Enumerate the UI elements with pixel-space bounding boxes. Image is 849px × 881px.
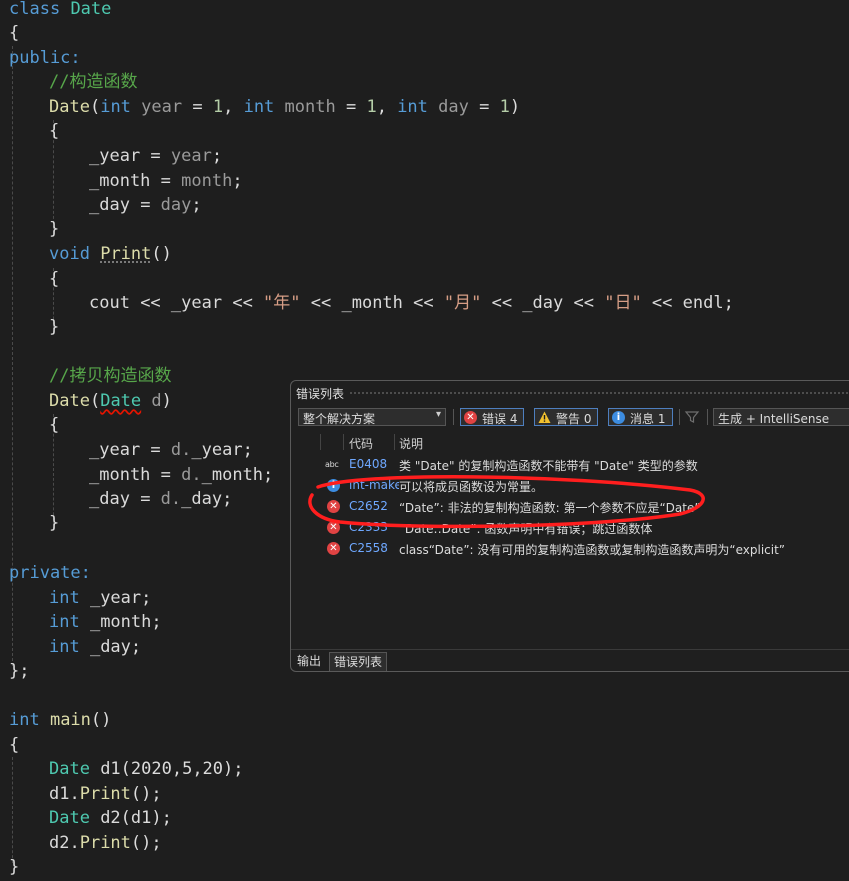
error-list-row[interactable]: ✕ C2652 “Date”: 非法的复制构造函数: 第一个参数不应是“Date… xyxy=(291,496,849,517)
code-line: { xyxy=(49,269,60,289)
code-line: d2.Print(); xyxy=(49,833,162,853)
code-line: private: xyxy=(9,563,91,583)
error-code-link[interactable]: C2652 xyxy=(349,499,399,513)
scope-dropdown-label: 整个解决方案 xyxy=(303,412,376,426)
errors-filter-label: 错误 4 xyxy=(482,412,518,426)
code-line: _day = day; xyxy=(89,195,202,215)
error-list-row[interactable]: ✕ C2333 “Date::Date”: 函数声明中有错误；跳过函数体 xyxy=(291,517,849,538)
error-list-row[interactable]: i lnt-make 可以将成员函数设为常量。 xyxy=(291,475,849,496)
code-line: int main() xyxy=(9,710,112,730)
info-icon: i xyxy=(612,411,625,424)
error-list-row[interactable]: ✕ C2558 class“Date”: 没有可用的复制构造函数或复制构造函数声… xyxy=(291,538,849,559)
code-line: _month = month; xyxy=(89,171,243,191)
code-line: int _year; xyxy=(49,588,152,608)
error-code-link[interactable]: C2558 xyxy=(349,541,399,555)
toolbar-separator xyxy=(679,409,680,425)
tab-output[interactable]: 输出 xyxy=(293,652,325,670)
errors-filter-button[interactable]: ✕ 错误 4 xyxy=(460,408,524,426)
error-description: class“Date”: 没有可用的复制构造函数或复制构造函数声明为“expli… xyxy=(399,543,786,557)
warning-icon xyxy=(538,411,551,424)
code-line: cout << _year << "年" << _month << "月" <<… xyxy=(89,293,734,313)
column-divider[interactable] xyxy=(343,434,344,450)
error-list-row[interactable]: abc E0408 类 "Date" 的复制构造函数不能带有 "Date" 类型… xyxy=(291,454,849,475)
code-line: Date(Date d) xyxy=(49,391,172,411)
code-line: int _day; xyxy=(49,637,142,657)
code-line: Date(int year = 1, int month = 1, int da… xyxy=(49,97,521,117)
code-comment: //拷贝构造函数 xyxy=(49,366,172,386)
code-line: { xyxy=(9,23,20,43)
messages-filter-button[interactable]: i 消息 1 xyxy=(608,408,673,426)
code-line: { xyxy=(49,415,60,435)
code-line: int _month; xyxy=(49,612,162,632)
error-icon: ✕ xyxy=(464,411,477,424)
code-line: { xyxy=(9,735,20,755)
filter-funnel-icon[interactable] xyxy=(684,409,700,425)
code-line: _month = d._month; xyxy=(89,465,274,485)
code-line: } xyxy=(49,317,60,337)
column-divider[interactable] xyxy=(320,434,321,450)
code-line: } xyxy=(49,513,60,533)
code-line: { xyxy=(49,121,60,141)
error-code-link[interactable]: E0408 xyxy=(349,457,399,471)
intellisense-abc-icon: abc xyxy=(325,460,339,469)
error-description: 可以将成员函数设为常量。 xyxy=(399,480,544,494)
error-description: 类 "Date" 的复制构造函数不能带有 "Date" 类型的参数 xyxy=(399,459,698,473)
error-list-tabs: 输出 错误列表 xyxy=(291,649,849,671)
column-header-description[interactable]: 说明 xyxy=(399,435,423,452)
info-icon: i xyxy=(327,479,340,492)
code-line: _day = d._day; xyxy=(89,489,233,509)
build-mode-label: 生成 + IntelliSense xyxy=(718,412,830,426)
tab-error-list[interactable]: 错误列表 xyxy=(329,652,388,671)
code-line: _year = d._year; xyxy=(89,440,253,460)
indent-guide xyxy=(12,757,13,863)
scope-dropdown[interactable]: 整个解决方案 ▾ xyxy=(298,408,446,426)
code-line: class Date xyxy=(9,0,112,19)
error-description: “Date::Date”: 函数声明中有错误；跳过函数体 xyxy=(399,522,653,536)
code-line: Date d2(d1); xyxy=(49,808,172,828)
messages-filter-label: 消息 1 xyxy=(630,412,666,426)
code-line: _year = year; xyxy=(89,146,223,166)
error-list-titlebar[interactable]: 错误列表 xyxy=(291,381,849,403)
code-line: void Print() xyxy=(49,244,172,264)
chevron-down-icon: ▾ xyxy=(435,409,441,420)
error-icon: ✕ xyxy=(327,521,340,534)
error-list-header: 代码 说明 xyxy=(291,432,849,452)
error-list-title: 错误列表 xyxy=(296,387,345,401)
error-code-link[interactable]: lnt-make xyxy=(349,478,399,492)
code-line: public: xyxy=(9,48,81,68)
code-line: } xyxy=(49,219,60,239)
column-header-code[interactable]: 代码 xyxy=(349,435,373,452)
toolbar-separator xyxy=(453,409,454,425)
error-list-panel[interactable]: 错误列表 整个解决方案 ▾ ✕ 错误 4 警告 0 i 消息 1 生成 + In… xyxy=(290,380,849,672)
error-icon: ✕ xyxy=(327,500,340,513)
toolbar-separator xyxy=(707,409,708,425)
error-description: “Date”: 非法的复制构造函数: 第一个参数不应是“Date” xyxy=(399,501,701,515)
warnings-filter-label: 警告 0 xyxy=(556,412,592,426)
code-line: Date d1(2020,5,20); xyxy=(49,759,244,779)
build-intellisense-dropdown[interactable]: 生成 + IntelliSense xyxy=(713,408,849,426)
warnings-filter-button[interactable]: 警告 0 xyxy=(534,408,598,426)
column-divider[interactable] xyxy=(394,434,395,450)
error-icon: ✕ xyxy=(327,542,340,555)
code-line: } xyxy=(9,857,20,877)
code-line: d1.Print(); xyxy=(49,784,162,804)
error-code-link[interactable]: C2333 xyxy=(349,520,399,534)
drag-grip[interactable] xyxy=(349,391,849,395)
code-line: }; xyxy=(9,661,30,681)
error-list-toolbar: 整个解决方案 ▾ ✕ 错误 4 警告 0 i 消息 1 生成 + Intelli… xyxy=(291,405,849,429)
code-comment: //构造函数 xyxy=(49,72,138,92)
error-squiggle: Date xyxy=(100,391,142,411)
